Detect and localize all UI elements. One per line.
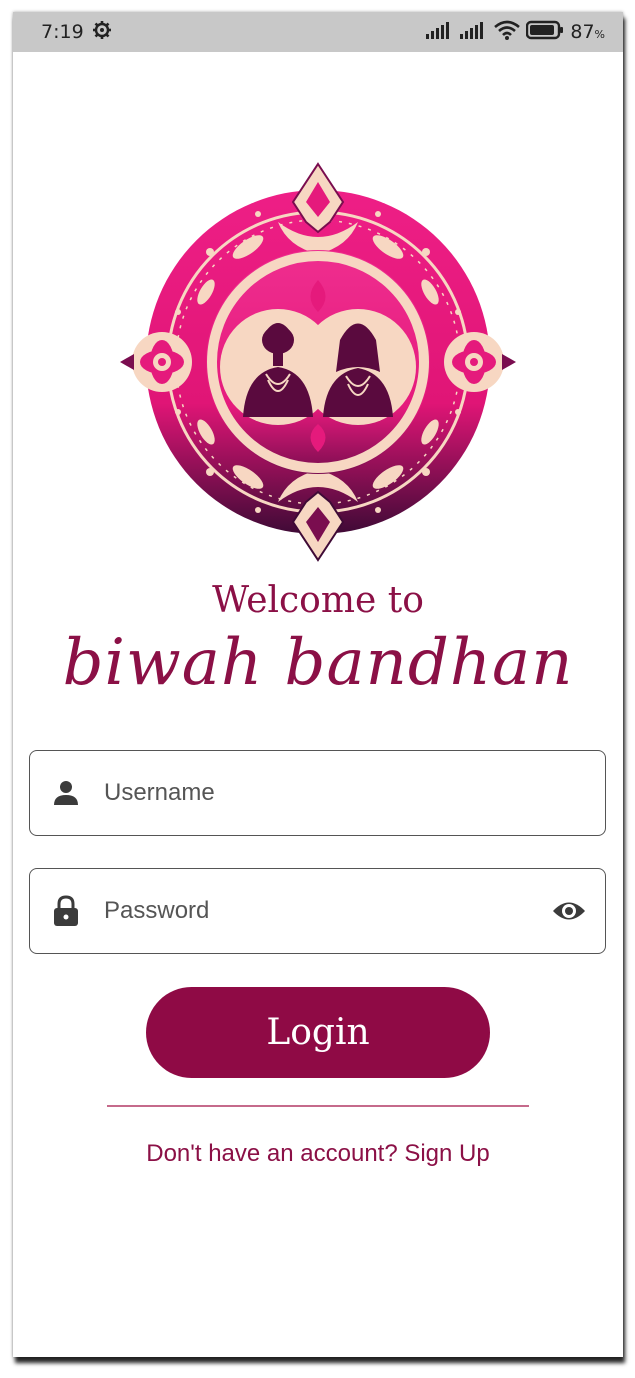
person-icon bbox=[52, 778, 80, 808]
username-field[interactable] bbox=[29, 750, 606, 836]
signal-icon bbox=[460, 21, 488, 44]
wifi-icon bbox=[494, 20, 521, 45]
signup-link[interactable]: Don't have an account? Sign Up bbox=[13, 1140, 623, 1168]
eye-icon[interactable] bbox=[551, 899, 587, 923]
password-field[interactable] bbox=[29, 868, 606, 954]
battery-unit: % bbox=[594, 28, 605, 41]
welcome-text: Welcome to bbox=[212, 580, 424, 621]
status-time: 7:19 bbox=[41, 21, 84, 43]
app-logo bbox=[118, 162, 518, 562]
battery-value: 87 bbox=[570, 21, 595, 43]
status-right: 87% bbox=[426, 20, 605, 45]
settings-icon bbox=[92, 20, 112, 45]
status-left: 7:19 bbox=[41, 20, 112, 45]
lock-icon bbox=[52, 895, 80, 926]
battery-icon bbox=[526, 20, 564, 45]
phone-screen: 7:19 87% Welcome to biwah bandhan Userna… bbox=[13, 12, 623, 1357]
login-button[interactable]: Login bbox=[146, 987, 490, 1078]
username-input[interactable] bbox=[102, 778, 605, 808]
password-input[interactable] bbox=[102, 896, 551, 926]
battery-percentage: 87% bbox=[570, 21, 605, 43]
signal-icon bbox=[426, 21, 454, 44]
divider bbox=[107, 1105, 529, 1107]
app-name: biwah bandhan bbox=[62, 626, 574, 700]
status-bar: 7:19 87% bbox=[13, 12, 623, 52]
